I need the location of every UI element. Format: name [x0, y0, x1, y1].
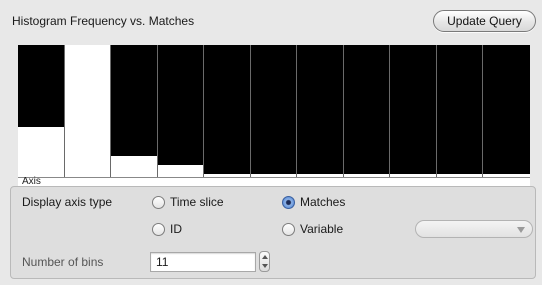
radio-matches[interactable] — [282, 196, 295, 209]
histogram-bin — [157, 45, 205, 177]
histogram-bar — [18, 127, 64, 177]
update-query-button[interactable]: Update Query — [433, 10, 536, 32]
radio-variable[interactable] — [282, 223, 295, 236]
radio-time-slice[interactable] — [152, 196, 165, 209]
radio-id-label[interactable]: ID — [170, 222, 182, 236]
histogram-bin — [64, 45, 112, 177]
bins-stepper[interactable] — [259, 251, 270, 272]
histogram-title: Histogram Frequency vs. Matches — [12, 14, 195, 28]
histogram-bin — [436, 45, 484, 177]
radio-matches-label[interactable]: Matches — [300, 195, 345, 209]
stepper-down-icon — [262, 264, 268, 268]
histogram-bar — [111, 156, 157, 177]
number-of-bins-label: Number of bins — [22, 255, 104, 269]
histogram-bin — [343, 45, 391, 177]
radio-variable-label[interactable]: Variable — [300, 222, 343, 236]
bins-input[interactable]: 11 — [150, 252, 256, 272]
histogram-bin — [297, 45, 344, 177]
histogram-bin — [390, 45, 437, 177]
display-axis-type-label: Display axis type — [22, 195, 113, 209]
histogram-bin — [250, 45, 298, 177]
histogram-bin — [204, 45, 251, 177]
histogram-plot — [18, 45, 530, 177]
histogram-bin — [483, 45, 530, 177]
histogram-bar — [64, 45, 111, 177]
stepper-up-icon — [262, 255, 268, 259]
radio-id[interactable] — [152, 223, 165, 236]
histogram-bin — [18, 45, 65, 177]
histogram-bar — [157, 165, 204, 177]
histogram-bin — [111, 45, 158, 177]
chevron-down-icon — [517, 227, 525, 233]
radio-time-slice-label[interactable]: Time slice — [170, 195, 224, 209]
variable-select[interactable] — [415, 220, 533, 238]
